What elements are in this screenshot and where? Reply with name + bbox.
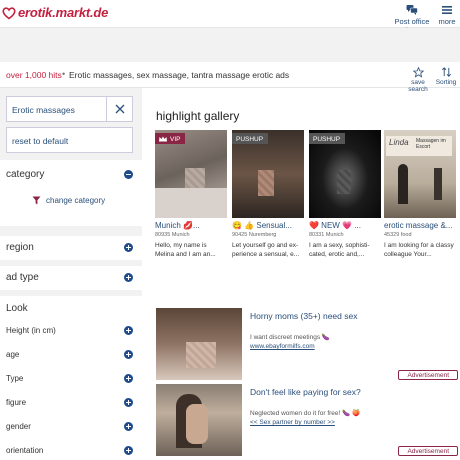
ad-title[interactable]: Don't feel like paying for sex?: [250, 387, 361, 397]
ad-text: I want discreet meetings 🍆: [250, 334, 330, 341]
sort-arrows-icon: [441, 67, 451, 77]
card-location: 80935 Munich: [155, 232, 190, 238]
breadcrumb-path: Erotic massages, sex massage, tantra mas…: [69, 70, 290, 80]
more-menu-button[interactable]: more: [436, 4, 458, 26]
save-search-label: save search: [408, 79, 428, 93]
advertisement-label: Advertisement: [398, 446, 458, 456]
change-category-link[interactable]: change category: [32, 196, 105, 205]
vip-badge: VIP: [155, 133, 186, 144]
look-row-orientation[interactable]: orientation: [6, 446, 43, 455]
card-photo: Linda Massagen im Escort: [384, 130, 456, 218]
expand-gender-icon[interactable]: [124, 422, 133, 431]
gallery-card[interactable]: PUSHUP 😋 👍 Sensual... 90425 Nuremberg Le…: [232, 130, 304, 270]
card-sign-text: Massagen im Escort: [416, 138, 446, 150]
ad-link[interactable]: << Sex partner by number >>: [250, 419, 335, 426]
logo-text: erotik.markt.de: [18, 5, 109, 20]
card-location: 90425 Nuremberg: [232, 232, 277, 238]
ad-type-heading: ad type: [6, 272, 39, 283]
card-location: 45329 food: [384, 232, 412, 238]
card-description: Hello, my name is Melina and I am an...: [155, 242, 216, 258]
ad-title[interactable]: Horny moms (35+) need sex: [250, 311, 357, 321]
chat-bubbles-icon: [406, 5, 418, 15]
card-title[interactable]: 😋 👍 Sensual...: [232, 221, 304, 230]
expand-ad-type-icon[interactable]: [124, 273, 133, 282]
top-header: erotik.markt.de Post office box more: [0, 0, 460, 35]
pushup-badge: PUSHUP: [309, 133, 346, 144]
advertisement-label: Advertisement: [398, 370, 458, 380]
category-panel: category: [0, 160, 142, 226]
heart-logo-icon: [2, 6, 16, 19]
ad-photo: [156, 384, 242, 456]
expand-age-icon[interactable]: [124, 350, 133, 359]
hamburger-menu-icon: [442, 6, 452, 14]
sorting-button[interactable]: Sorting: [435, 67, 457, 86]
ad-link[interactable]: www.ebayformilfs.com: [250, 343, 315, 350]
card-title[interactable]: erotic massage &...: [384, 221, 456, 230]
collapse-category-icon[interactable]: [124, 170, 133, 179]
star-outline-icon: [412, 67, 424, 78]
look-row-gender[interactable]: gender: [6, 422, 31, 431]
ad-text: Neglected women do it for free! 🍆 🍑: [250, 410, 361, 417]
card-description: I am a sexy, sophisti-cated, erotic and,…: [309, 242, 370, 258]
advertisement-item[interactable]: Horny moms (35+) need sex I want discree…: [154, 308, 458, 380]
gallery-title: highlight gallery: [156, 109, 240, 123]
region-panel[interactable]: region: [0, 236, 142, 260]
crown-icon: [159, 136, 167, 142]
save-search-button[interactable]: save search: [402, 67, 434, 93]
search-input-value: Erotic massages: [12, 105, 75, 115]
card-title[interactable]: ❤️ NEW 💗 ...: [309, 221, 381, 230]
badge-label: VIP: [170, 135, 181, 143]
change-category-label: change category: [46, 196, 106, 205]
region-heading: region: [6, 242, 34, 253]
funnel-icon: [32, 196, 41, 205]
breadcrumb: over 1,000 hits • Erotic massages, sex m…: [0, 62, 460, 93]
expand-region-icon[interactable]: [124, 243, 133, 252]
ad-type-panel[interactable]: ad type: [0, 266, 142, 290]
card-description: Let yourself go and ex-perience a sensua…: [232, 242, 300, 258]
ad-photo: [156, 308, 242, 380]
banner-placeholder: [0, 28, 460, 62]
clear-search-button[interactable]: [106, 97, 132, 121]
more-label: more: [438, 17, 456, 26]
expand-figure-icon[interactable]: [124, 398, 133, 407]
pushup-badge: PUSHUP: [232, 133, 269, 144]
expand-orientation-icon[interactable]: [124, 446, 133, 455]
search-input[interactable]: Erotic massages: [6, 96, 133, 122]
look-row-age[interactable]: age: [6, 350, 19, 359]
highlight-gallery: highlight gallery VIP Munich 💋... 80935 …: [150, 97, 460, 287]
gallery-card[interactable]: VIP Munich 💋... 80935 Munich Hello, my n…: [155, 130, 227, 270]
breadcrumb-separator: •: [62, 69, 66, 79]
close-icon: [115, 104, 124, 114]
expand-height-icon[interactable]: [124, 326, 133, 335]
gallery-card[interactable]: Linda Massagen im Escort erotic massage …: [384, 130, 456, 270]
look-row-type[interactable]: Type: [6, 374, 23, 383]
reset-to-default-button[interactable]: reset to default: [6, 127, 133, 153]
look-row-height[interactable]: Height (in cm): [6, 326, 56, 335]
hit-count: over 1,000 hits: [6, 70, 62, 80]
card-description: I am looking for a classy colleague Your…: [384, 242, 454, 258]
look-panel: Look Height (in cm) age Type figure gend…: [0, 296, 142, 460]
search-filter: Erotic massages reset to default: [6, 96, 133, 156]
card-title[interactable]: Munich 💋...: [155, 221, 227, 230]
card-sign-script: Linda: [389, 138, 409, 147]
category-heading: category: [6, 169, 45, 180]
sorting-label: Sorting: [435, 79, 457, 86]
gallery-card[interactable]: PUSHUP ❤️ NEW 💗 ... 80331 Munich I am a …: [309, 130, 381, 270]
advertisement-list: Horny moms (35+) need sex I want discree…: [150, 300, 460, 460]
look-heading: Look: [6, 303, 28, 314]
advertisement-item[interactable]: Don't feel like paying for sex? Neglecte…: [154, 384, 458, 456]
card-location: 80331 Munich: [309, 232, 344, 238]
look-row-figure[interactable]: figure: [6, 398, 26, 407]
site-logo[interactable]: erotik.markt.de: [2, 5, 108, 20]
expand-type-icon[interactable]: [124, 374, 133, 383]
card-sign: Linda Massagen im Escort: [386, 136, 452, 156]
